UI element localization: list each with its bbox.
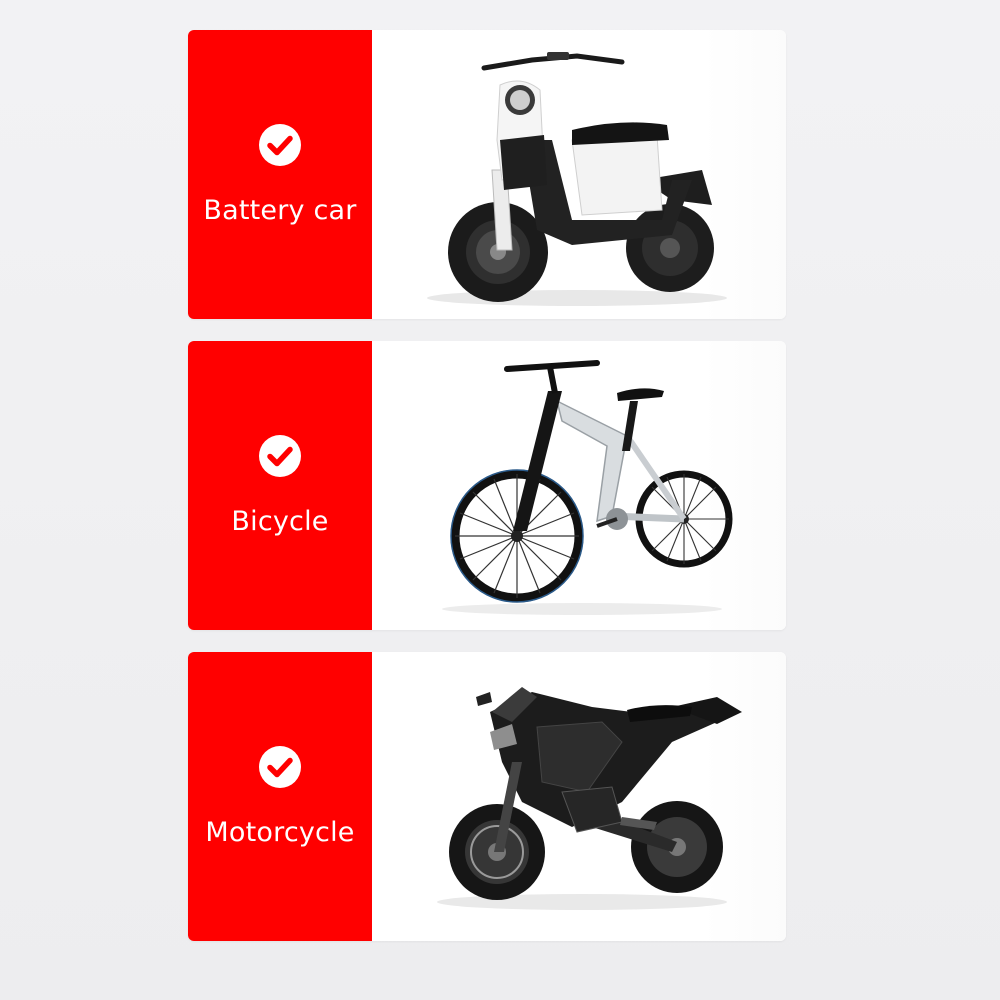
category-card-motorcycle: Motorcycle — [188, 652, 786, 941]
category-label: Bicycle — [231, 506, 329, 537]
label-panel: Motorcycle — [188, 652, 372, 941]
category-card-bicycle: Bicycle — [188, 341, 786, 630]
image-panel — [372, 341, 786, 630]
label-panel: Bicycle — [188, 341, 372, 630]
label-panel: Battery car — [188, 30, 372, 319]
check-circle-icon — [259, 124, 301, 166]
image-panel — [372, 652, 786, 941]
motorcycle-image — [437, 687, 742, 910]
category-card-battery-car: Battery car — [188, 30, 786, 319]
image-panel — [372, 30, 786, 319]
category-label: Battery car — [203, 195, 357, 226]
check-circle-icon — [259, 435, 301, 477]
category-label: Motorcycle — [205, 817, 355, 848]
bicycle-image — [442, 360, 733, 615]
check-circle-icon — [259, 746, 301, 788]
electric-scooter-image — [427, 52, 727, 306]
